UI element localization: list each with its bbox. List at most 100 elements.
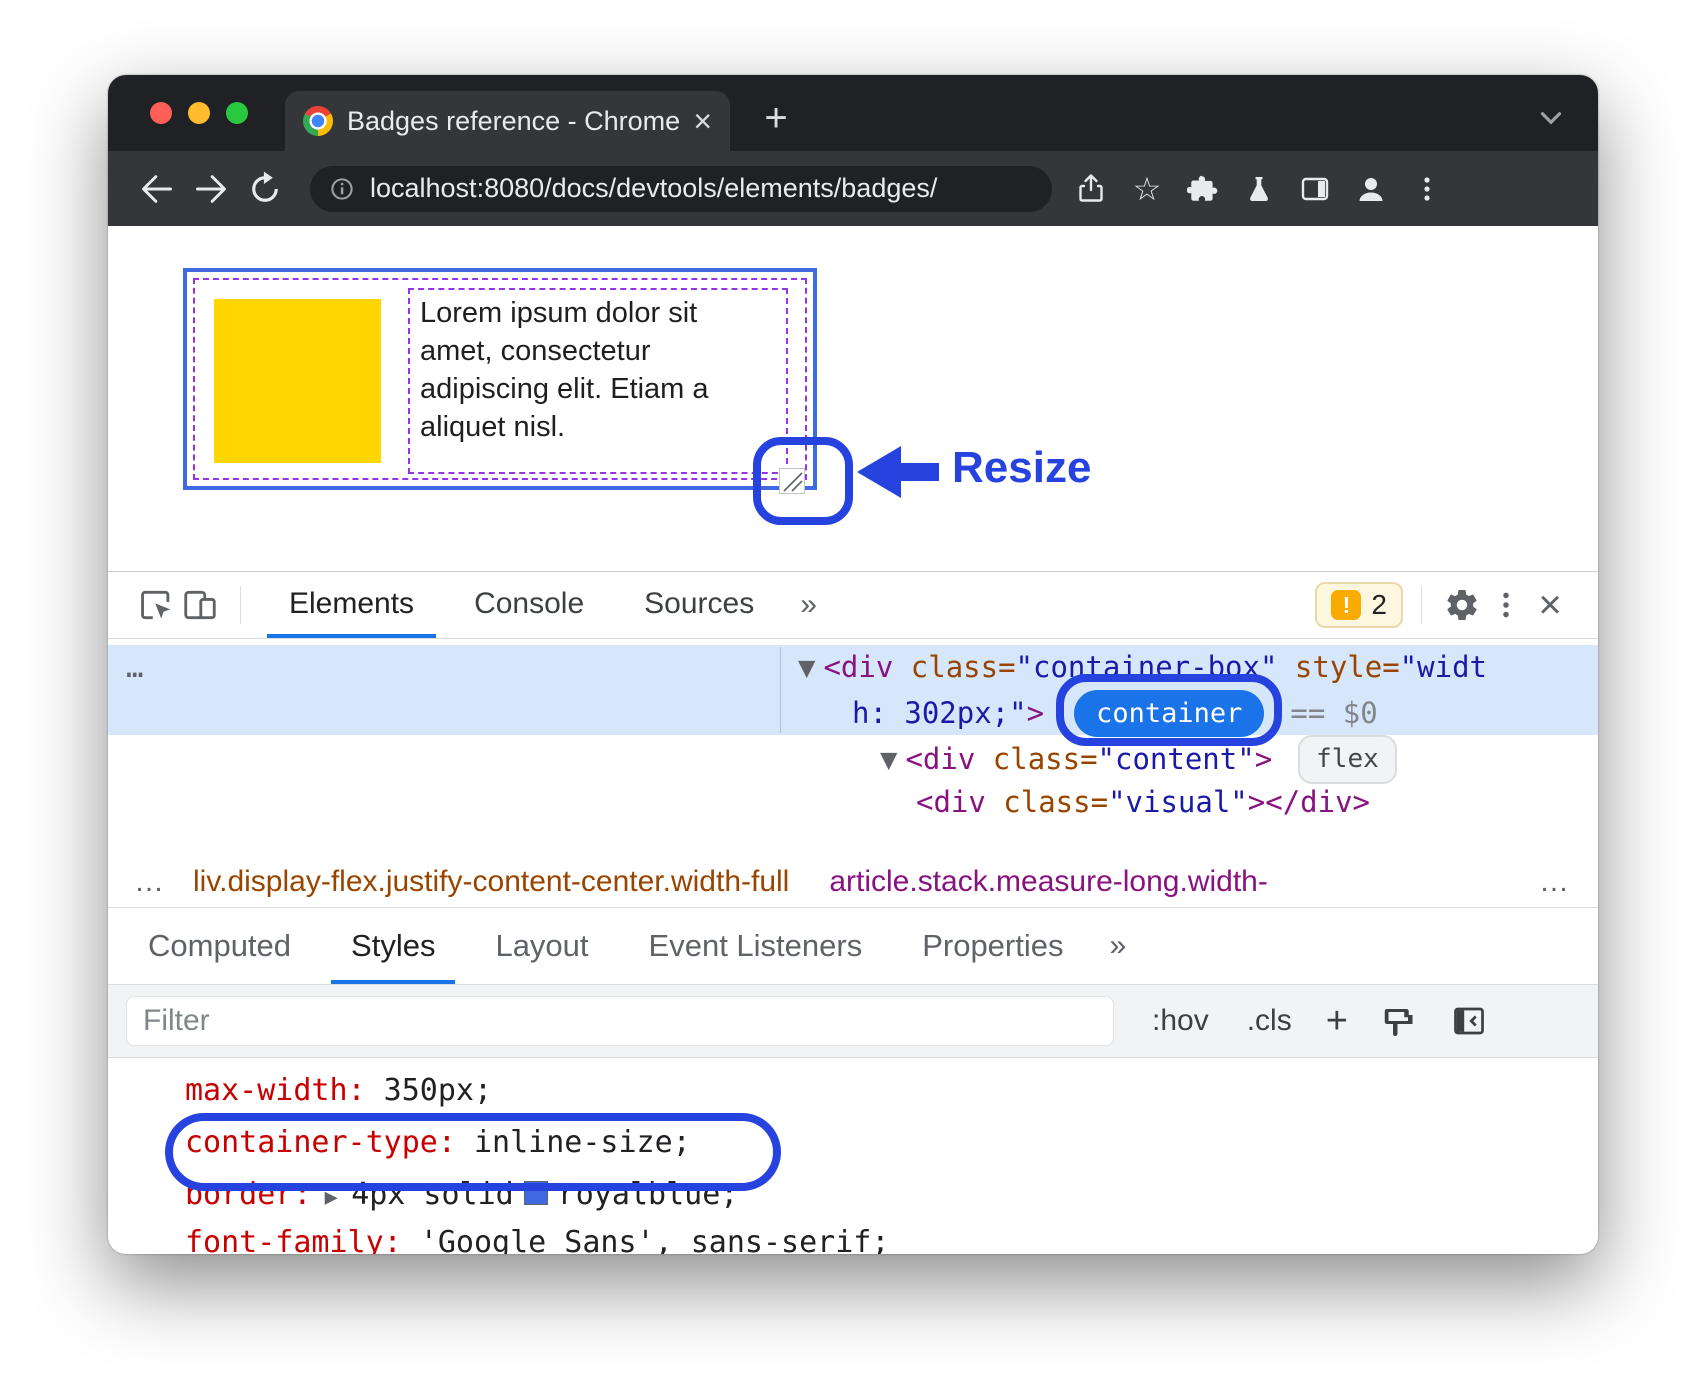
breadcrumb-item[interactable]: liv.display-flex.justify-content-center.… [193,865,789,899]
toolbar-divider [1421,586,1422,624]
tab-search-chevron-icon[interactable] [1534,101,1568,140]
breadcrumb-overflow-left[interactable]: … [108,865,193,899]
styles-filter-row: :hov .cls + [108,985,1598,1058]
attr-name-token: class [975,742,1080,776]
flex-badge[interactable]: flex [1298,735,1397,784]
rendering-brush-icon[interactable] [1380,1002,1418,1040]
tag-close-token: > [1255,742,1272,776]
css-declaration-font-family[interactable]: font-family: 'Google Sans', sans-serif; [185,1220,889,1254]
attr-value-token: h: 302px;" [852,696,1027,730]
selected-node-hint: == $0 [1290,696,1377,730]
bookmark-star-icon[interactable]: ☆ [1130,172,1164,206]
navigation-bar: localhost:8080/docs/devtools/elements/ba… [108,151,1598,226]
element-classes-button[interactable]: .cls [1247,1004,1292,1038]
toggle-element-state-button[interactable]: :hov [1152,1004,1209,1038]
browser-tab[interactable]: Badges reference - Chrome De × [285,91,730,151]
tab-computed[interactable]: Computed [118,909,321,984]
tab-console[interactable]: Console [444,572,614,638]
resize-annotation-arrow-icon [857,446,901,498]
container-demo-box: Lorem ipsum dolor sit amet, consectetur … [183,268,817,490]
lorem-text-block: Lorem ipsum dolor sit amet, consectetur … [408,288,788,474]
share-icon[interactable] [1074,172,1108,206]
browser-window: Badges reference - Chrome De × + localho… [108,75,1598,1254]
breadcrumb-item[interactable]: article.stack.measure-long.width- [829,865,1268,899]
attr-name-token: style [1277,650,1382,684]
tab-elements[interactable]: Elements [259,572,444,638]
tab-styles[interactable]: Styles [321,909,465,984]
settings-gear-icon[interactable] [1440,583,1484,627]
expand-arrow-icon[interactable]: ▼ [798,650,815,684]
url-text[interactable]: localhost:8080/docs/devtools/elements/ba… [370,173,937,204]
issues-warning-icon: ! [1331,590,1361,620]
resize-annotation-arrow-shaft [899,463,939,481]
tab-close-icon[interactable]: × [693,105,712,137]
reload-button[interactable] [246,170,284,208]
tab-sources[interactable]: Sources [614,572,784,638]
site-info-icon[interactable] [328,175,356,203]
tab-properties[interactable]: Properties [892,909,1093,984]
container-type-annotation-ring [165,1113,781,1191]
collapsed-ancestors-ellipsis[interactable]: … [126,645,143,690]
tab-title: Badges reference - Chrome De [347,106,679,137]
styles-sidebar-tabs: Computed Styles Layout Event Listeners P… [108,908,1598,985]
tag-token: <div [905,742,975,776]
zoom-window-button[interactable] [226,102,248,124]
side-panel-icon[interactable] [1298,172,1332,206]
issues-count: 2 [1371,589,1387,621]
close-window-button[interactable] [150,102,172,124]
extensions-puzzle-icon[interactable] [1186,172,1220,206]
tag-token: <div [916,785,986,819]
equals-token: = [1080,742,1097,776]
issues-error-badge[interactable]: ! 2 [1315,582,1403,628]
css-declaration-max-width[interactable]: max-width: 350px; [185,1068,492,1114]
css-property-name: font-family: [185,1225,402,1254]
navbar-actions: ☆ [1074,172,1444,206]
inspect-element-icon[interactable] [134,583,178,627]
visual-yellow-square [214,299,381,463]
screenshot-stage: Badges reference - Chrome De × + localho… [0,0,1708,1380]
new-style-rule-button[interactable]: + [1326,1002,1348,1040]
equals-token: = [1382,650,1399,684]
tab-layout[interactable]: Layout [465,909,618,984]
more-sidebar-tabs-chevrons[interactable]: » [1094,929,1143,963]
styles-filter-input[interactable] [126,996,1114,1046]
equals-token: = [998,650,1015,684]
toolbar-divider [240,586,241,624]
url-bar[interactable]: localhost:8080/docs/devtools/elements/ba… [310,166,1052,212]
attr-name-token: class [986,785,1091,819]
minimize-window-button[interactable] [188,102,210,124]
css-property-name: max-width: [185,1073,366,1108]
device-toolbar-icon[interactable] [178,583,222,627]
tag-close-token: > [1027,696,1044,730]
attr-name-token: class [893,650,998,684]
chrome-favicon-icon [303,106,333,136]
equals-token: = [1091,785,1108,819]
tag-close-token: > [1248,785,1265,819]
attr-value-token: "visual" [1108,785,1248,819]
browser-menu-kebab-icon[interactable] [1410,172,1444,206]
elements-dom-tree: … ▼<div class="container-box" style="wid… [108,639,1598,857]
resize-handle-annotation-ring [753,437,853,525]
attr-value-token: "widt [1400,650,1487,684]
dom-node-visual[interactable]: <div class="visual"></div> [916,780,1370,825]
container-badge-annotation-ring [1056,674,1282,746]
more-panels-chevrons[interactable]: » [784,588,833,622]
back-button[interactable] [138,170,176,208]
expand-arrow-icon[interactable]: ▼ [880,742,897,776]
tag-token: <div [823,650,893,684]
breadcrumb-overflow-right[interactable]: … [1513,865,1598,899]
closing-tag-token: </div> [1265,785,1370,819]
new-tab-button[interactable]: + [752,95,800,143]
tab-event-listeners[interactable]: Event Listeners [619,909,893,984]
toggle-sidebar-icon[interactable] [1450,1002,1488,1040]
css-property-value: 'Google Sans', sans-serif; [402,1225,890,1254]
profile-avatar[interactable] [1354,172,1388,206]
forward-button[interactable] [192,170,230,208]
devtools-close-icon[interactable]: × [1528,583,1572,627]
css-property-value: 350px; [366,1073,492,1108]
titlebar: Badges reference - Chrome De × + [108,75,1598,151]
dom-breadcrumbs: … liv.display-flex.justify-content-cente… [108,857,1598,908]
devtools-toolbar: Elements Console Sources » ! 2 × [108,571,1598,639]
experiments-flask-icon[interactable] [1242,172,1276,206]
devtools-menu-kebab-icon[interactable] [1484,583,1528,627]
